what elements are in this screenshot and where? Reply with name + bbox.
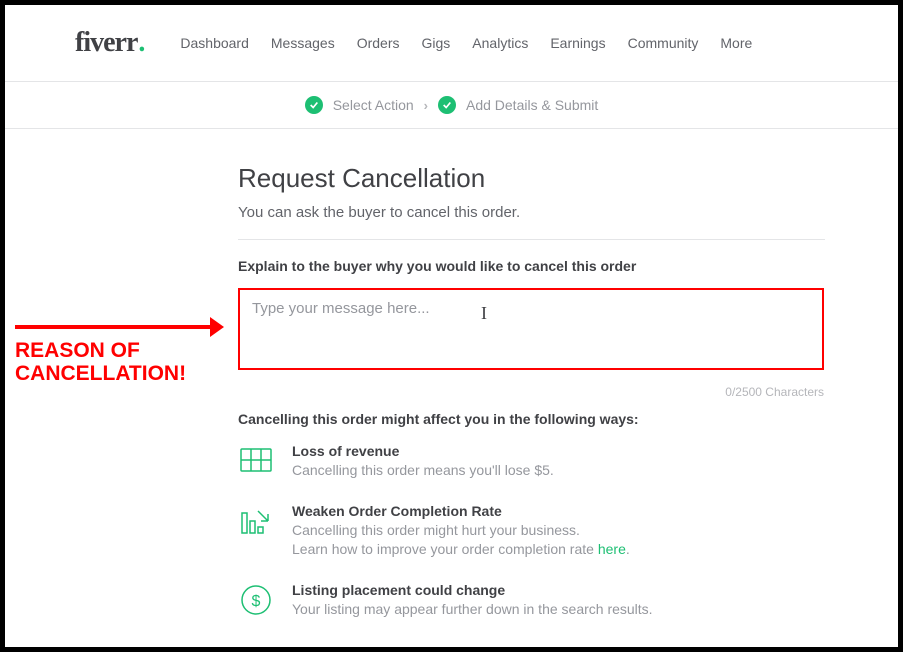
character-count: 0/2500 Characters xyxy=(238,385,824,399)
impact-desc-line2b: . xyxy=(626,541,630,557)
nav-analytics[interactable]: Analytics xyxy=(472,35,528,51)
nav-orders[interactable]: Orders xyxy=(357,35,400,51)
nav-dashboard[interactable]: Dashboard xyxy=(180,35,249,51)
impact-title: Listing placement could change xyxy=(292,582,653,598)
nav-messages[interactable]: Messages xyxy=(271,35,335,51)
page-title: Request Cancellation xyxy=(238,163,825,194)
annotation-line1: REASON OF xyxy=(15,339,140,362)
annotation-line2: CANCELLATION! xyxy=(15,362,186,385)
header: fiverr. Dashboard Messages Orders Gigs A… xyxy=(5,5,898,82)
chevron-right-icon: › xyxy=(424,98,428,113)
grid-icon xyxy=(238,443,274,479)
affect-heading: Cancelling this order might affect you i… xyxy=(238,411,825,427)
logo-dot-icon: . xyxy=(138,27,144,59)
impact-revenue: Loss of revenue Cancelling this order me… xyxy=(238,443,825,481)
cancellation-reason-input[interactable] xyxy=(238,288,824,370)
logo-text: fiverr xyxy=(75,27,137,59)
impact-completion-rate: Weaken Order Completion Rate Cancelling … xyxy=(238,503,825,560)
breadcrumb: Select Action › Add Details & Submit xyxy=(5,82,898,129)
text-cursor-icon: I xyxy=(481,303,487,324)
step-label: Select Action xyxy=(333,97,414,113)
impact-desc: Cancelling this order means you'll lose … xyxy=(292,461,554,481)
here-link[interactable]: here xyxy=(598,541,626,557)
annotation-text: REASON OF CANCELLATION! xyxy=(15,339,186,385)
divider xyxy=(238,239,825,240)
impact-title: Weaken Order Completion Rate xyxy=(292,503,630,519)
nav-more[interactable]: More xyxy=(720,35,752,51)
step-select-action[interactable]: Select Action xyxy=(305,96,414,114)
nav-gigs[interactable]: Gigs xyxy=(422,35,451,51)
impact-desc-line1: Cancelling this order might hurt your bu… xyxy=(292,522,580,538)
impact-desc: Your listing may appear further down in … xyxy=(292,600,653,620)
impact-desc-line2a: Learn how to improve your order completi… xyxy=(292,541,598,557)
step-add-details[interactable]: Add Details & Submit xyxy=(438,96,598,114)
svg-text:$: $ xyxy=(252,593,261,610)
impact-listing-placement: $ Listing placement could change Your li… xyxy=(238,582,825,620)
annotation-arrow-line xyxy=(15,325,220,329)
chart-down-icon xyxy=(238,503,274,539)
top-nav: Dashboard Messages Orders Gigs Analytics… xyxy=(180,35,752,51)
message-field-label: Explain to the buyer why you would like … xyxy=(238,258,825,274)
check-icon xyxy=(438,96,456,114)
page-subtitle: You can ask the buyer to cancel this ord… xyxy=(238,204,825,221)
annotation-arrow-head-icon xyxy=(210,317,224,337)
impact-desc: Cancelling this order might hurt your bu… xyxy=(292,521,630,560)
step-label: Add Details & Submit xyxy=(466,97,598,113)
check-icon xyxy=(305,96,323,114)
impact-title: Loss of revenue xyxy=(292,443,554,459)
logo[interactable]: fiverr. xyxy=(75,27,144,59)
nav-earnings[interactable]: Earnings xyxy=(550,35,605,51)
nav-community[interactable]: Community xyxy=(628,35,699,51)
dollar-circle-icon: $ xyxy=(238,582,274,618)
